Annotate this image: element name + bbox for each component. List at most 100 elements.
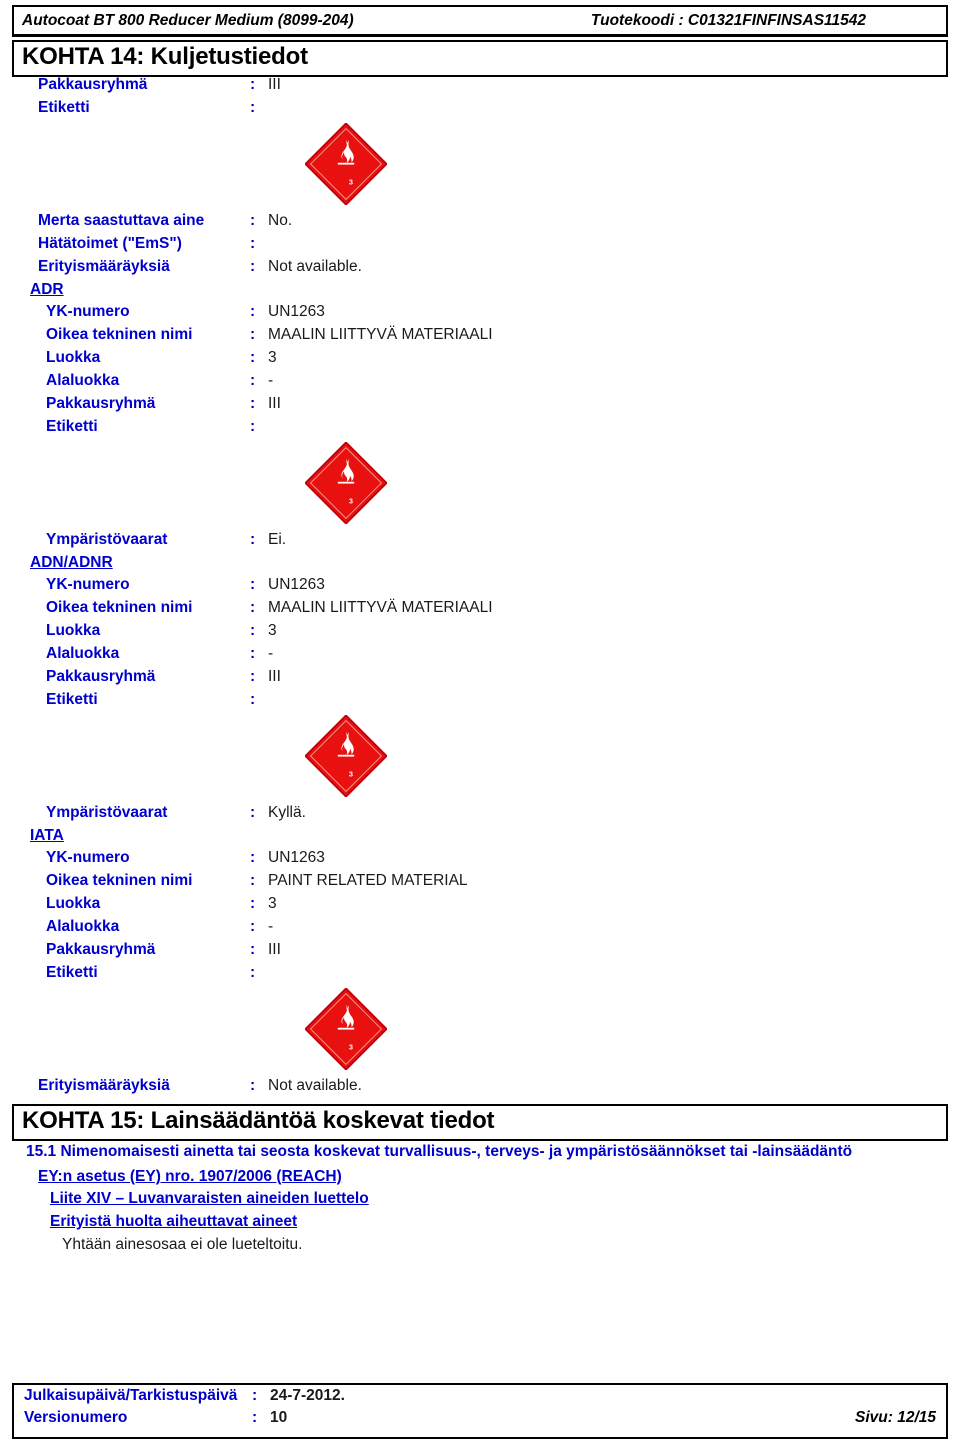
section-15-subtitle: 15.1 Nimenomaisesti ainetta tai seosta k… [26,1142,853,1160]
field-separator: : [250,621,256,639]
field-row: Luokka : 3 [12,350,948,373]
field-label: Etiketti [38,98,90,116]
field-separator: : [250,1076,256,1094]
link-reach-regulation[interactable]: EY:n asetus (EY) nro. 1907/2006 (REACH) [12,1166,948,1188]
section-14-heading-bar: KOHTA 14: Kuljetustiedot [12,40,948,77]
field-label: Merta saastuttava aine [38,211,205,229]
transport-mode-adr[interactable]: ADR [12,282,948,304]
field-row: Alaluokka : - [12,646,948,669]
iata-trailing-row: Erityismääräyksiä : Not available. [12,1078,948,1101]
adn-adnr-trailing-row: Ympäristövaarat : Kyllä. [12,805,948,828]
field-row: Pakkausryhmä : III [12,942,948,965]
section-14-top-rows: Pakkausryhmä : III Etiketti : [12,77,948,123]
flammable-liquid-diamond-icon: 3 [305,441,387,524]
field-row: Oikea tekninen nimi : MAALIN LIITTYVÄ MA… [12,327,948,350]
field-separator: : [250,848,256,866]
field-row: YK-numero : UN1263 [12,850,948,873]
no-components-listed-note: Yhtään ainesosaa ei ole lueteltoitu. [62,1236,303,1254]
hazard-label-slot: 3 [12,987,948,1078]
field-separator: : [252,1409,258,1426]
field-label: YK-numero [46,302,130,320]
field-row: Etiketti : [12,100,948,123]
field-label: Luokka [46,621,101,639]
publication-date-label: Julkaisupäivä/Tarkistuspäivä [24,1387,238,1404]
hazard-class-number: 3 [349,769,353,778]
field-label: Etiketti [46,963,98,981]
adr-trailing-row: Ympäristövaarat : Ei. [12,532,948,555]
field-label: Ympäristövaarat [46,803,168,821]
field-value: MAALIN LIITTYVÄ MATERIAALI [268,325,493,343]
transport-mode-adn-adnr[interactable]: ADN/ADNR [12,555,948,577]
field-value: - [268,371,274,389]
hazard-label-slot: 3 [12,714,948,805]
field-value: UN1263 [268,848,325,866]
field-label: Oikea tekninen nimi [46,598,193,616]
adn-adnr-rows: YK-numero : UN1263 Oikea tekninen nimi :… [12,577,948,715]
field-value: PAINT RELATED MATERIAL [268,871,468,889]
field-separator: : [250,644,256,662]
footer-version-row: Versionumero : 10 Sivu: 12/15 [14,1410,946,1432]
field-separator: : [250,963,256,981]
field-row: Pakkausryhmä : III [12,396,948,419]
field-row: Luokka : 3 [12,623,948,646]
version-value: 10 [270,1409,288,1426]
iata-rows: YK-numero : UN1263 Oikea tekninen nimi :… [12,850,948,988]
field-separator: : [250,325,256,343]
flammable-liquid-diamond-icon: 3 [305,714,387,797]
field-value: Kyllä. [268,803,306,821]
section-14-title: KOHTA 14: Kuljetustiedot [22,43,308,70]
field-separator: : [250,371,256,389]
document-footer: Julkaisupäivä/Tarkistuspäivä : 24-7-2012… [12,1383,948,1439]
field-row: YK-numero : UN1263 [12,577,948,600]
field-row: Etiketti : [12,965,948,988]
hazard-class-number: 3 [349,177,353,186]
field-row: Pakkausryhmä : III [12,77,948,100]
field-row: Hätätoimet ("EmS") : [12,236,948,259]
field-separator: : [250,257,256,275]
field-value: III [268,940,281,958]
field-row: Merta saastuttava aine : No. [12,213,948,236]
hazard-class-number: 3 [349,496,353,505]
field-value: Not available. [268,1076,362,1094]
field-row: Erityismääräyksiä : Not available. [12,259,948,282]
publication-date-value: 24-7-2012. [270,1387,345,1404]
field-separator: : [250,690,256,708]
field-separator: : [250,211,256,229]
link-svhc[interactable]: Erityistä huolta aiheuttavat aineet [12,1211,948,1233]
field-row: Ympäristövaarat : Kyllä. [12,805,948,828]
section-15-title: KOHTA 15: Lainsäädäntöä koskevat tiedot [22,1106,495,1134]
field-label: Ympäristövaarat [46,530,168,548]
field-separator: : [250,530,256,548]
field-label: Etiketti [46,417,98,435]
hazard-label-slot: 3 [12,441,948,532]
field-value: 3 [268,348,277,366]
field-value: - [268,917,274,935]
field-label: Hätätoimet ("EmS") [38,234,182,252]
field-value: 3 [268,894,277,912]
field-row: Etiketti : [12,419,948,442]
field-row: Oikea tekninen nimi : PAINT RELATED MATE… [12,873,948,896]
field-row: Ympäristövaarat : Ei. [12,532,948,555]
field-row: Alaluokka : - [12,373,948,396]
field-separator: : [250,598,256,616]
flammable-liquid-diamond-icon: 3 [305,987,387,1070]
field-label: Oikea tekninen nimi [46,325,193,343]
field-value: UN1263 [268,302,325,320]
field-label: YK-numero [46,575,130,593]
field-separator: : [250,394,256,412]
flammable-liquid-diamond-icon: 3 [305,122,387,205]
footer-date-row: Julkaisupäivä/Tarkistuspäivä : 24-7-2012… [14,1388,946,1410]
field-separator: : [252,1387,258,1404]
field-label: Alaluokka [46,644,120,662]
field-separator: : [250,803,256,821]
field-value: No. [268,211,293,229]
field-row: Luokka : 3 [12,896,948,919]
field-label: Alaluokka [46,371,120,389]
adr-rows: YK-numero : UN1263 Oikea tekninen nimi :… [12,304,948,442]
field-label: Etiketti [46,690,98,708]
field-separator: : [250,75,256,93]
field-separator: : [250,917,256,935]
link-annex-xiv[interactable]: Liite XIV – Luvanvaraisten aineiden luet… [12,1188,948,1210]
transport-mode-iata[interactable]: IATA [12,828,948,850]
hazard-label-slot: 3 [12,122,948,213]
